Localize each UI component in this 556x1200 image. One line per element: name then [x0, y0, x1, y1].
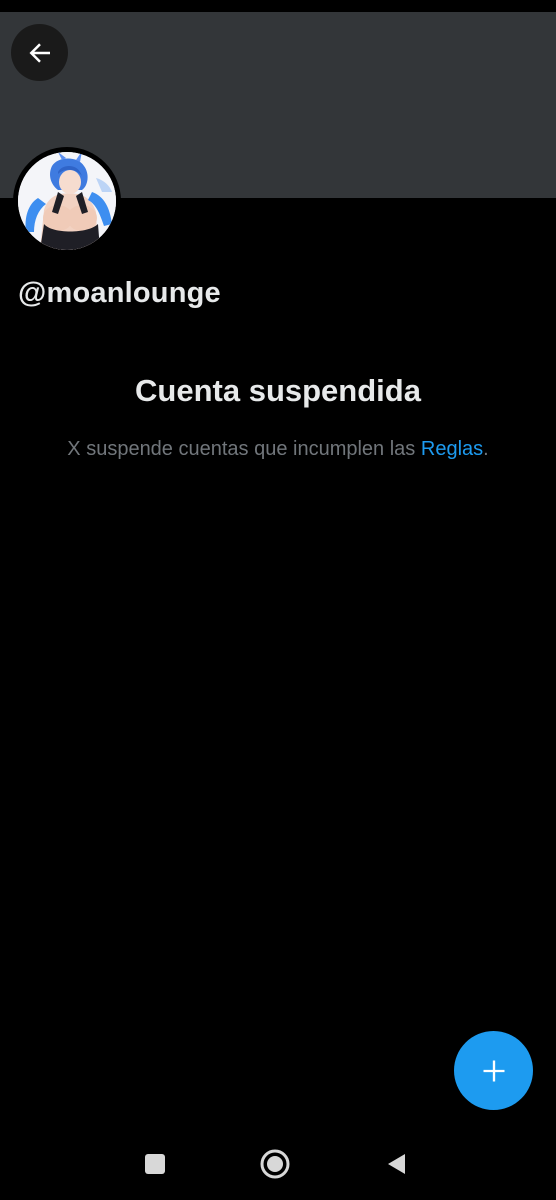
suspended-description-text: X suspende cuentas que incumplen las	[67, 438, 421, 460]
square-icon	[145, 1154, 165, 1174]
triangle-back-icon	[388, 1154, 405, 1174]
arrow-left-icon	[29, 42, 50, 63]
back-button[interactable]	[11, 24, 68, 81]
rules-link[interactable]: Reglas	[421, 438, 483, 460]
home-button[interactable]	[257, 1146, 293, 1182]
avatar-image	[18, 152, 116, 250]
suspended-description-period: .	[483, 438, 489, 460]
circle-icon	[260, 1149, 290, 1179]
system-back-button[interactable]	[378, 1146, 414, 1182]
profile-handle: @moanlounge	[18, 277, 221, 309]
avatar[interactable]	[13, 147, 121, 255]
plus-icon	[483, 1060, 504, 1081]
recents-button[interactable]	[137, 1146, 173, 1182]
suspended-description: X suspende cuentas que incumplen las Reg…	[0, 438, 556, 461]
suspended-title: Cuenta suspendida	[135, 373, 421, 408]
compose-button[interactable]	[454, 1031, 533, 1110]
status-bar	[0, 0, 556, 12]
